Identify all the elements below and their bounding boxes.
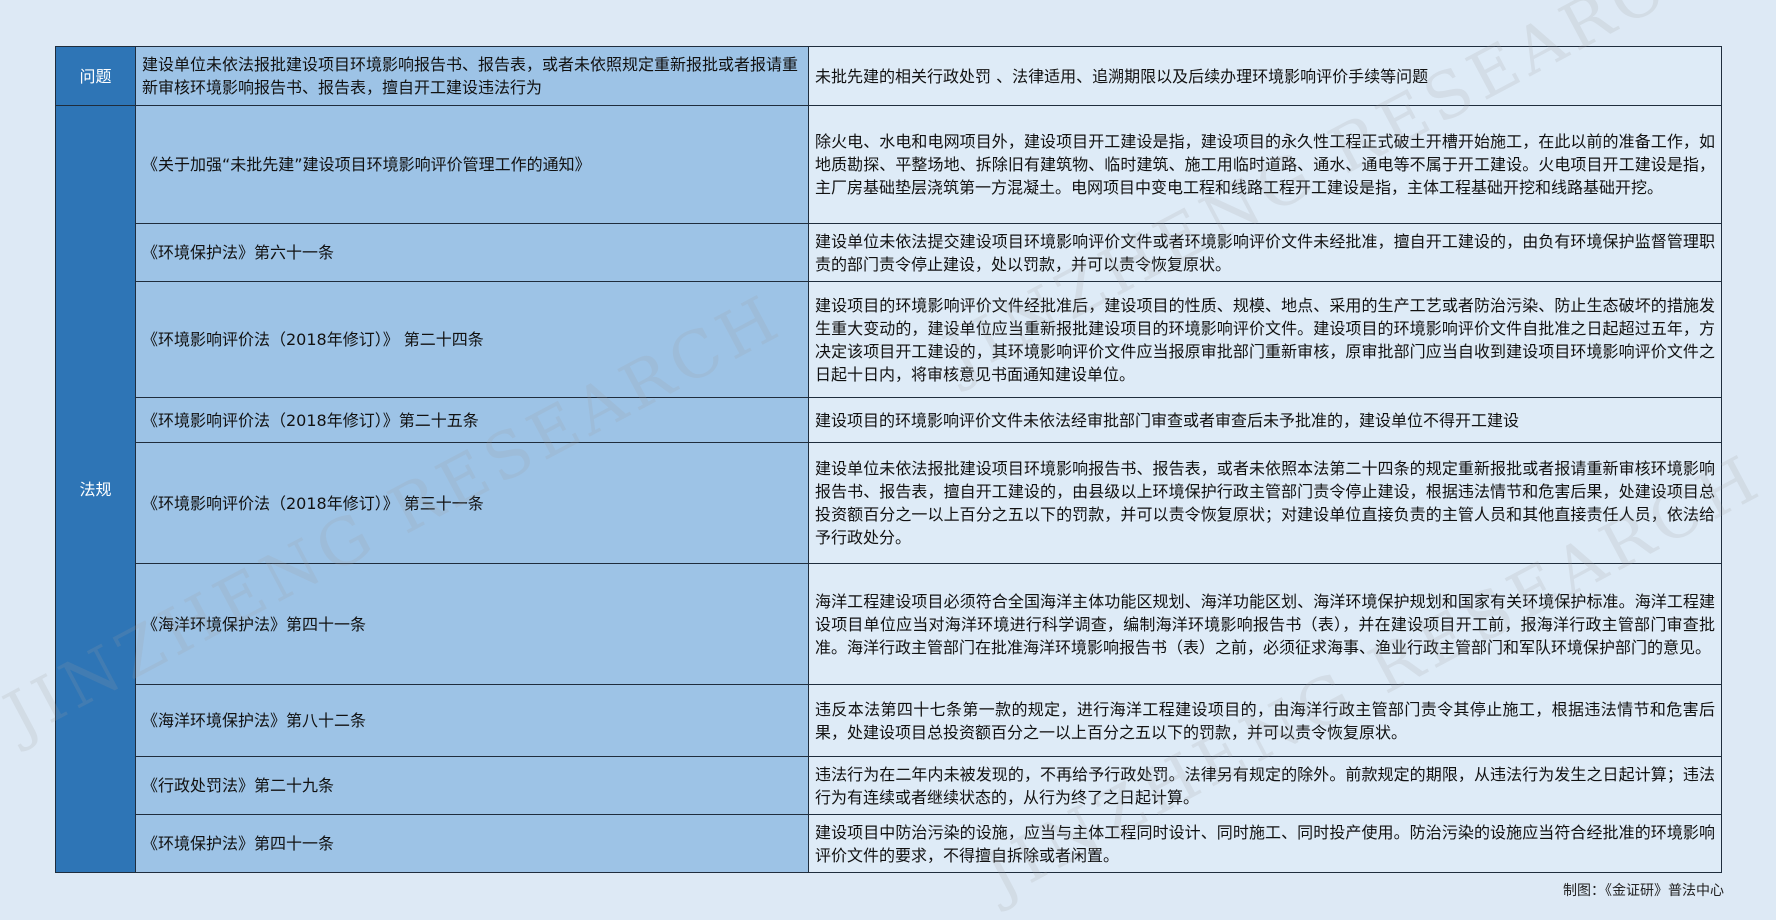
law-name: 《海洋环境保护法》第八十二条 bbox=[135, 684, 809, 757]
law-name: 《行政处罚法》第二十九条 bbox=[135, 756, 809, 815]
issue-description: 建设单位未依法报批建设项目环境影响报告书、报告表，或者未依照规定重新报批或者报请… bbox=[135, 46, 809, 106]
law-name: 《环境保护法》第四十一条 bbox=[135, 814, 809, 873]
law-name: 《关于加强“未批先建”建设项目环境影响评价管理工作的通知》 bbox=[135, 105, 809, 224]
law-name: 《环境影响评价法（2018年修订）》 第二十四条 bbox=[135, 281, 809, 398]
law-content: 海洋工程建设项目必须符合全国海洋主体功能区规划、海洋功能区划、海洋环境保护规划和… bbox=[808, 563, 1722, 685]
law-name: 《环境保护法》第六十一条 bbox=[135, 223, 809, 282]
law-content: 除火电、水电和电网项目外，建设项目开工建设是指，建设项目的永久性工程正式破土开槽… bbox=[808, 105, 1722, 224]
table-row: 《环境影响评价法（2018年修订）》第二十五条 建设项目的环境影响评价文件未依法… bbox=[56, 397, 1722, 443]
law-content: 建设项目的环境影响评价文件未依法经审批部门审查或者审查后未予批准的，建设单位不得… bbox=[808, 397, 1722, 443]
table-row: 《环境保护法》第六十一条 建设单位未依法提交建设项目环境影响评价文件或者环境影响… bbox=[56, 223, 1722, 282]
law-content: 建设项目的环境影响评价文件经批准后，建设项目的性质、规模、地点、采用的生产工艺或… bbox=[808, 281, 1722, 398]
law-content: 违法行为在二年内未被发现的，不再给予行政处罚。法律另有规定的除外。前款规定的期限… bbox=[808, 756, 1722, 815]
law-content: 违反本法第四十七条第一款的规定，进行海洋工程建设项目的，由海洋行政主管部门责令其… bbox=[808, 684, 1722, 757]
footer-credit: 制图：《金证研》普法中心 bbox=[1563, 883, 1724, 899]
table-row: 《环境影响评价法（2018年修订）》 第三十一条 建设单位未依法报批建设项目环境… bbox=[56, 442, 1722, 564]
law-name: 《海洋环境保护法》第四十一条 bbox=[135, 563, 809, 685]
table-row: 《海洋环境保护法》第八十二条 违反本法第四十七条第一款的规定，进行海洋工程建设项… bbox=[56, 684, 1722, 757]
law-table: 问题 建设单位未依法报批建设项目环境影响报告书、报告表，或者未依照规定重新报批或… bbox=[55, 46, 1722, 873]
law-content: 建设单位未依法报批建设项目环境影响报告书、报告表，或者未依照本法第二十四条的规定… bbox=[808, 442, 1722, 564]
law-name: 《环境影响评价法（2018年修订）》 第三十一条 bbox=[135, 442, 809, 564]
table-header-row: 问题 建设单位未依法报批建设项目环境影响报告书、报告表，或者未依照规定重新报批或… bbox=[55, 46, 1722, 106]
law-content: 建设单位未依法提交建设项目环境影响评价文件或者环境影响评价文件未经批准，擅自开工… bbox=[808, 223, 1722, 282]
law-content: 建设项目中防治污染的设施，应当与主体工程同时设计、同时施工、同时投产使用。防治污… bbox=[808, 814, 1722, 873]
table-row: 法规 《关于加强“未批先建”建设项目环境影响评价管理工作的通知》 除火电、水电和… bbox=[55, 105, 1722, 873]
issue-topic: 未批先建的相关行政处罚 、法律适用、追溯期限以及后续办理环境影响评价手续等问题 bbox=[808, 46, 1722, 106]
table-row: 《环境保护法》第四十一条 建设项目中防治污染的设施，应当与主体工程同时设计、同时… bbox=[56, 814, 1722, 873]
table-row: 《行政处罚法》第二十九条 违法行为在二年内未被发现的，不再给予行政处罚。法律另有… bbox=[56, 756, 1722, 815]
law-name: 《环境影响评价法（2018年修订）》第二十五条 bbox=[135, 397, 809, 443]
table-row: 《环境影响评价法（2018年修订）》 第二十四条 建设项目的环境影响评价文件经批… bbox=[56, 281, 1722, 398]
regulations-label: 法规 bbox=[55, 105, 136, 873]
issue-label: 问题 bbox=[55, 46, 136, 106]
table-row: 《海洋环境保护法》第四十一条 海洋工程建设项目必须符合全国海洋主体功能区规划、海… bbox=[56, 563, 1722, 685]
